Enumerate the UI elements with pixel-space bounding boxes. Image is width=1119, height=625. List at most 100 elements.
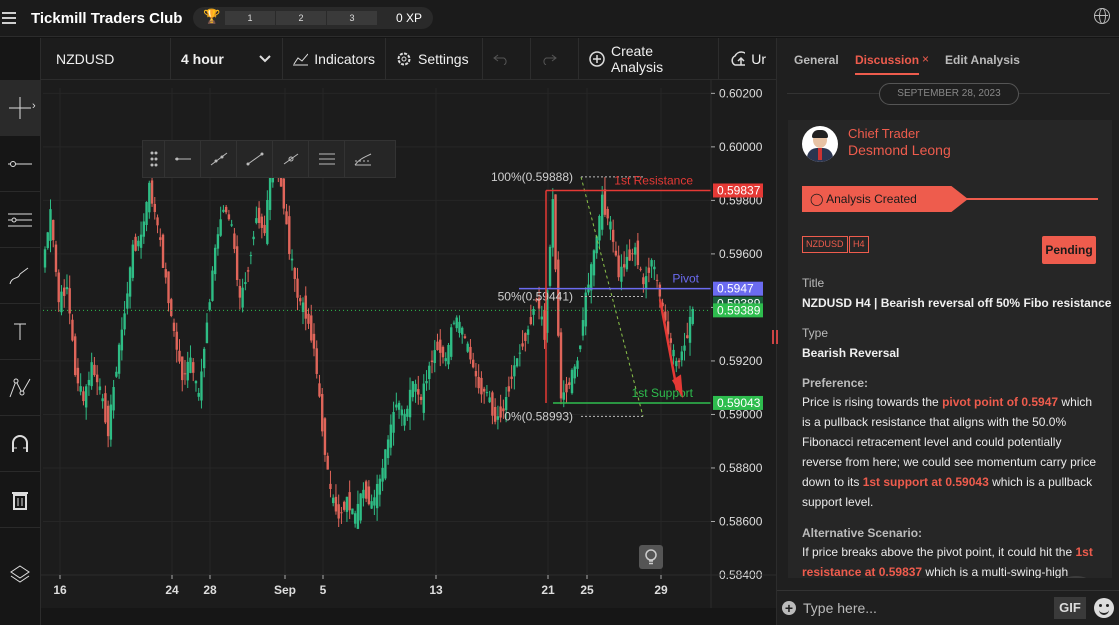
- expand-tools-icon[interactable]: ›: [32, 100, 36, 112]
- candle: [79, 386, 82, 392]
- globe-icon[interactable]: [1094, 8, 1110, 24]
- price-axis-label: 0.58800: [719, 461, 763, 475]
- time-axis-label: 21: [541, 583, 555, 597]
- menu-icon[interactable]: [2, 9, 16, 25]
- horizontal-ray-icon[interactable]: [165, 141, 201, 177]
- candle: [633, 247, 637, 255]
- drag-handle-icon[interactable]: [143, 141, 165, 177]
- trend-line-icon[interactable]: [0, 136, 40, 192]
- symbol-selector[interactable]: NZDUSD: [41, 38, 171, 80]
- create-analysis-button[interactable]: Create Analysis: [579, 38, 719, 80]
- candle: [524, 333, 527, 341]
- trash-icon[interactable]: [0, 472, 40, 528]
- candle: [57, 272, 60, 303]
- symbol-label: NZDUSD: [56, 51, 115, 67]
- candle: [491, 392, 494, 416]
- candle: [213, 247, 217, 275]
- candle: [691, 308, 694, 324]
- candle: [518, 352, 522, 354]
- preference-label: Preference:: [802, 376, 869, 390]
- candle: [244, 282, 247, 285]
- indicators-button[interactable]: Indicators: [283, 38, 386, 80]
- chart-line-icon: [293, 53, 309, 66]
- candle: [493, 406, 497, 422]
- panel-resize-handle[interactable]: [772, 330, 778, 344]
- candle: [677, 360, 681, 363]
- candle: [197, 392, 200, 397]
- layers-icon[interactable]: [0, 546, 40, 602]
- undo-icon: [493, 54, 507, 65]
- upload-button[interactable]: Ur: [719, 38, 776, 80]
- candle: [104, 393, 107, 423]
- segment-icon[interactable]: [237, 141, 273, 177]
- candle: [647, 267, 651, 273]
- candle: [84, 386, 88, 408]
- candle: [164, 269, 167, 278]
- candle: [433, 350, 436, 364]
- candle: [345, 496, 349, 512]
- candle: [384, 449, 387, 479]
- candle: [290, 258, 294, 261]
- candle: [123, 313, 126, 330]
- pattern-icon[interactable]: [0, 360, 40, 416]
- candle: [183, 373, 187, 375]
- preference-text: Price is rising towards the pivot point …: [802, 395, 1097, 509]
- price-axis-label: 0.59200: [719, 354, 763, 368]
- candle: [60, 291, 63, 313]
- candle: [43, 249, 47, 268]
- redo-button[interactable]: [531, 38, 579, 80]
- author-name[interactable]: Desmond Leong: [848, 142, 951, 158]
- candle: [576, 360, 579, 369]
- settings-label: Settings: [418, 51, 469, 67]
- text-icon[interactable]: [0, 304, 40, 360]
- candle: [455, 317, 458, 329]
- magnet-icon[interactable]: [0, 416, 40, 472]
- close-icon[interactable]: ×: [922, 52, 929, 66]
- redo-icon: [543, 54, 557, 65]
- candle: [252, 236, 255, 240]
- app-title: Tickmill Traders Club: [31, 10, 183, 27]
- tab-discussion[interactable]: Discussion: [855, 53, 920, 75]
- candle: [392, 411, 395, 433]
- time-axis-label: 25: [580, 583, 594, 597]
- candle: [397, 402, 401, 410]
- undo-button[interactable]: [483, 38, 531, 80]
- gif-button[interactable]: GIF: [1054, 597, 1086, 619]
- type-label: Type: [802, 326, 829, 340]
- candle: [408, 389, 412, 418]
- candle: [65, 287, 69, 290]
- horizontal-lines-icon[interactable]: [0, 192, 40, 248]
- candle: [288, 216, 291, 255]
- parallel-channel-icon[interactable]: [309, 141, 345, 177]
- candle: [609, 221, 612, 230]
- timeframe-selector[interactable]: 4 hour: [171, 38, 283, 80]
- chevron-down-icon: [259, 55, 271, 63]
- candle: [230, 224, 233, 226]
- avatar[interactable]: [802, 126, 838, 162]
- candle: [101, 398, 104, 402]
- tab-edit-analysis[interactable]: Edit Analysis: [945, 53, 1020, 67]
- settings-button[interactable]: Settings: [386, 38, 483, 80]
- candle: [529, 317, 533, 325]
- lightbulb-icon[interactable]: [639, 545, 663, 569]
- candle: [452, 322, 456, 324]
- candle: [285, 211, 288, 225]
- candle: [579, 345, 582, 350]
- message-input[interactable]: [803, 597, 1043, 619]
- candle: [636, 240, 640, 266]
- plus-icon[interactable]: +: [782, 601, 796, 615]
- candle: [474, 371, 478, 377]
- fib-channel-icon[interactable]: [345, 141, 381, 177]
- candle: [611, 229, 615, 242]
- info-line-icon[interactable]: [273, 141, 309, 177]
- candle: [76, 367, 80, 384]
- fib-level-label: 100%(0.59888): [491, 170, 573, 184]
- candle: [686, 335, 689, 339]
- tab-general[interactable]: General: [794, 53, 839, 67]
- candle: [441, 346, 445, 358]
- emoji-icon[interactable]: [1094, 598, 1114, 618]
- candle: [688, 316, 692, 343]
- candle: [568, 382, 571, 386]
- brush-icon[interactable]: [0, 248, 40, 304]
- extended-line-icon[interactable]: [201, 141, 237, 177]
